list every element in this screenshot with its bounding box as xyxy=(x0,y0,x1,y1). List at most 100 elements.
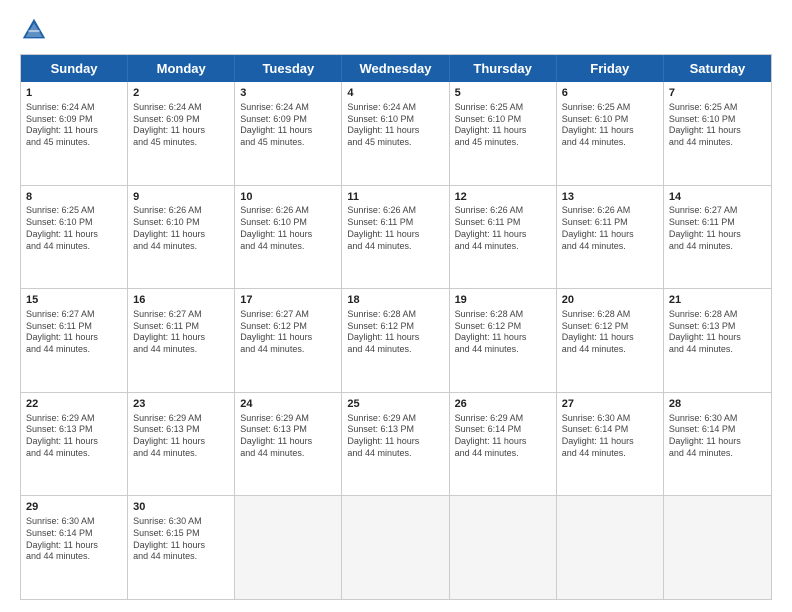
day-cell-29: 29Sunrise: 6:30 AMSunset: 6:14 PMDayligh… xyxy=(21,496,128,599)
day-number: 4 xyxy=(347,86,443,101)
day-number: 7 xyxy=(669,86,766,101)
cell-info: Sunrise: 6:30 AMSunset: 6:14 PMDaylight:… xyxy=(669,413,766,460)
day-cell-20: 20Sunrise: 6:28 AMSunset: 6:12 PMDayligh… xyxy=(557,289,664,392)
cell-info: Sunrise: 6:27 AMSunset: 6:12 PMDaylight:… xyxy=(240,309,336,356)
cell-info: Sunrise: 6:29 AMSunset: 6:14 PMDaylight:… xyxy=(455,413,551,460)
cell-info: Sunrise: 6:30 AMSunset: 6:14 PMDaylight:… xyxy=(26,516,122,563)
cell-info: Sunrise: 6:26 AMSunset: 6:11 PMDaylight:… xyxy=(347,205,443,252)
day-number: 16 xyxy=(133,293,229,308)
day-cell-25: 25Sunrise: 6:29 AMSunset: 6:13 PMDayligh… xyxy=(342,393,449,496)
logo-icon xyxy=(20,16,48,44)
page: SundayMondayTuesdayWednesdayThursdayFrid… xyxy=(0,0,792,612)
empty-cell-4-6 xyxy=(664,496,771,599)
calendar-row-2: 8Sunrise: 6:25 AMSunset: 6:10 PMDaylight… xyxy=(21,185,771,289)
cell-info: Sunrise: 6:27 AMSunset: 6:11 PMDaylight:… xyxy=(26,309,122,356)
day-number: 19 xyxy=(455,293,551,308)
day-cell-2: 2Sunrise: 6:24 AMSunset: 6:09 PMDaylight… xyxy=(128,82,235,185)
cell-info: Sunrise: 6:30 AMSunset: 6:15 PMDaylight:… xyxy=(133,516,229,563)
day-number: 10 xyxy=(240,190,336,205)
cell-info: Sunrise: 6:25 AMSunset: 6:10 PMDaylight:… xyxy=(669,102,766,149)
day-cell-1: 1Sunrise: 6:24 AMSunset: 6:09 PMDaylight… xyxy=(21,82,128,185)
day-cell-8: 8Sunrise: 6:25 AMSunset: 6:10 PMDaylight… xyxy=(21,186,128,289)
day-cell-9: 9Sunrise: 6:26 AMSunset: 6:10 PMDaylight… xyxy=(128,186,235,289)
cell-info: Sunrise: 6:29 AMSunset: 6:13 PMDaylight:… xyxy=(347,413,443,460)
day-number: 13 xyxy=(562,190,658,205)
weekday-header-sunday: Sunday xyxy=(21,55,128,82)
day-cell-24: 24Sunrise: 6:29 AMSunset: 6:13 PMDayligh… xyxy=(235,393,342,496)
cell-info: Sunrise: 6:28 AMSunset: 6:12 PMDaylight:… xyxy=(562,309,658,356)
cell-info: Sunrise: 6:26 AMSunset: 6:10 PMDaylight:… xyxy=(133,205,229,252)
calendar: SundayMondayTuesdayWednesdayThursdayFrid… xyxy=(20,54,772,600)
day-cell-15: 15Sunrise: 6:27 AMSunset: 6:11 PMDayligh… xyxy=(21,289,128,392)
day-cell-16: 16Sunrise: 6:27 AMSunset: 6:11 PMDayligh… xyxy=(128,289,235,392)
empty-cell-4-4 xyxy=(450,496,557,599)
day-cell-27: 27Sunrise: 6:30 AMSunset: 6:14 PMDayligh… xyxy=(557,393,664,496)
day-cell-13: 13Sunrise: 6:26 AMSunset: 6:11 PMDayligh… xyxy=(557,186,664,289)
day-cell-21: 21Sunrise: 6:28 AMSunset: 6:13 PMDayligh… xyxy=(664,289,771,392)
day-cell-22: 22Sunrise: 6:29 AMSunset: 6:13 PMDayligh… xyxy=(21,393,128,496)
day-number: 27 xyxy=(562,397,658,412)
day-number: 23 xyxy=(133,397,229,412)
cell-info: Sunrise: 6:28 AMSunset: 6:13 PMDaylight:… xyxy=(669,309,766,356)
cell-info: Sunrise: 6:24 AMSunset: 6:09 PMDaylight:… xyxy=(133,102,229,149)
day-cell-11: 11Sunrise: 6:26 AMSunset: 6:11 PMDayligh… xyxy=(342,186,449,289)
day-cell-3: 3Sunrise: 6:24 AMSunset: 6:09 PMDaylight… xyxy=(235,82,342,185)
cell-info: Sunrise: 6:24 AMSunset: 6:09 PMDaylight:… xyxy=(240,102,336,149)
day-number: 1 xyxy=(26,86,122,101)
day-cell-14: 14Sunrise: 6:27 AMSunset: 6:11 PMDayligh… xyxy=(664,186,771,289)
cell-info: Sunrise: 6:24 AMSunset: 6:10 PMDaylight:… xyxy=(347,102,443,149)
cell-info: Sunrise: 6:26 AMSunset: 6:10 PMDaylight:… xyxy=(240,205,336,252)
cell-info: Sunrise: 6:30 AMSunset: 6:14 PMDaylight:… xyxy=(562,413,658,460)
calendar-body: 1Sunrise: 6:24 AMSunset: 6:09 PMDaylight… xyxy=(21,82,771,599)
cell-info: Sunrise: 6:24 AMSunset: 6:09 PMDaylight:… xyxy=(26,102,122,149)
day-number: 15 xyxy=(26,293,122,308)
day-cell-12: 12Sunrise: 6:26 AMSunset: 6:11 PMDayligh… xyxy=(450,186,557,289)
weekday-header-wednesday: Wednesday xyxy=(342,55,449,82)
cell-info: Sunrise: 6:26 AMSunset: 6:11 PMDaylight:… xyxy=(455,205,551,252)
empty-cell-4-3 xyxy=(342,496,449,599)
day-number: 29 xyxy=(26,500,122,515)
calendar-row-5: 29Sunrise: 6:30 AMSunset: 6:14 PMDayligh… xyxy=(21,495,771,599)
day-number: 5 xyxy=(455,86,551,101)
logo xyxy=(20,16,52,44)
day-number: 25 xyxy=(347,397,443,412)
calendar-row-1: 1Sunrise: 6:24 AMSunset: 6:09 PMDaylight… xyxy=(21,82,771,185)
day-cell-4: 4Sunrise: 6:24 AMSunset: 6:10 PMDaylight… xyxy=(342,82,449,185)
cell-info: Sunrise: 6:28 AMSunset: 6:12 PMDaylight:… xyxy=(455,309,551,356)
cell-info: Sunrise: 6:28 AMSunset: 6:12 PMDaylight:… xyxy=(347,309,443,356)
weekday-header-monday: Monday xyxy=(128,55,235,82)
cell-info: Sunrise: 6:29 AMSunset: 6:13 PMDaylight:… xyxy=(240,413,336,460)
calendar-row-3: 15Sunrise: 6:27 AMSunset: 6:11 PMDayligh… xyxy=(21,288,771,392)
calendar-row-4: 22Sunrise: 6:29 AMSunset: 6:13 PMDayligh… xyxy=(21,392,771,496)
day-cell-28: 28Sunrise: 6:30 AMSunset: 6:14 PMDayligh… xyxy=(664,393,771,496)
cell-info: Sunrise: 6:29 AMSunset: 6:13 PMDaylight:… xyxy=(133,413,229,460)
day-number: 18 xyxy=(347,293,443,308)
weekday-header-thursday: Thursday xyxy=(450,55,557,82)
cell-info: Sunrise: 6:25 AMSunset: 6:10 PMDaylight:… xyxy=(26,205,122,252)
cell-info: Sunrise: 6:25 AMSunset: 6:10 PMDaylight:… xyxy=(562,102,658,149)
header xyxy=(20,16,772,44)
day-cell-26: 26Sunrise: 6:29 AMSunset: 6:14 PMDayligh… xyxy=(450,393,557,496)
day-cell-30: 30Sunrise: 6:30 AMSunset: 6:15 PMDayligh… xyxy=(128,496,235,599)
cell-info: Sunrise: 6:27 AMSunset: 6:11 PMDaylight:… xyxy=(133,309,229,356)
day-number: 12 xyxy=(455,190,551,205)
day-number: 8 xyxy=(26,190,122,205)
calendar-header: SundayMondayTuesdayWednesdayThursdayFrid… xyxy=(21,55,771,82)
day-number: 21 xyxy=(669,293,766,308)
empty-cell-4-5 xyxy=(557,496,664,599)
day-cell-19: 19Sunrise: 6:28 AMSunset: 6:12 PMDayligh… xyxy=(450,289,557,392)
day-number: 6 xyxy=(562,86,658,101)
day-number: 17 xyxy=(240,293,336,308)
day-cell-7: 7Sunrise: 6:25 AMSunset: 6:10 PMDaylight… xyxy=(664,82,771,185)
day-number: 2 xyxy=(133,86,229,101)
day-number: 3 xyxy=(240,86,336,101)
cell-info: Sunrise: 6:29 AMSunset: 6:13 PMDaylight:… xyxy=(26,413,122,460)
day-number: 14 xyxy=(669,190,766,205)
day-number: 9 xyxy=(133,190,229,205)
day-number: 20 xyxy=(562,293,658,308)
day-number: 24 xyxy=(240,397,336,412)
cell-info: Sunrise: 6:27 AMSunset: 6:11 PMDaylight:… xyxy=(669,205,766,252)
day-cell-5: 5Sunrise: 6:25 AMSunset: 6:10 PMDaylight… xyxy=(450,82,557,185)
day-cell-23: 23Sunrise: 6:29 AMSunset: 6:13 PMDayligh… xyxy=(128,393,235,496)
cell-info: Sunrise: 6:25 AMSunset: 6:10 PMDaylight:… xyxy=(455,102,551,149)
